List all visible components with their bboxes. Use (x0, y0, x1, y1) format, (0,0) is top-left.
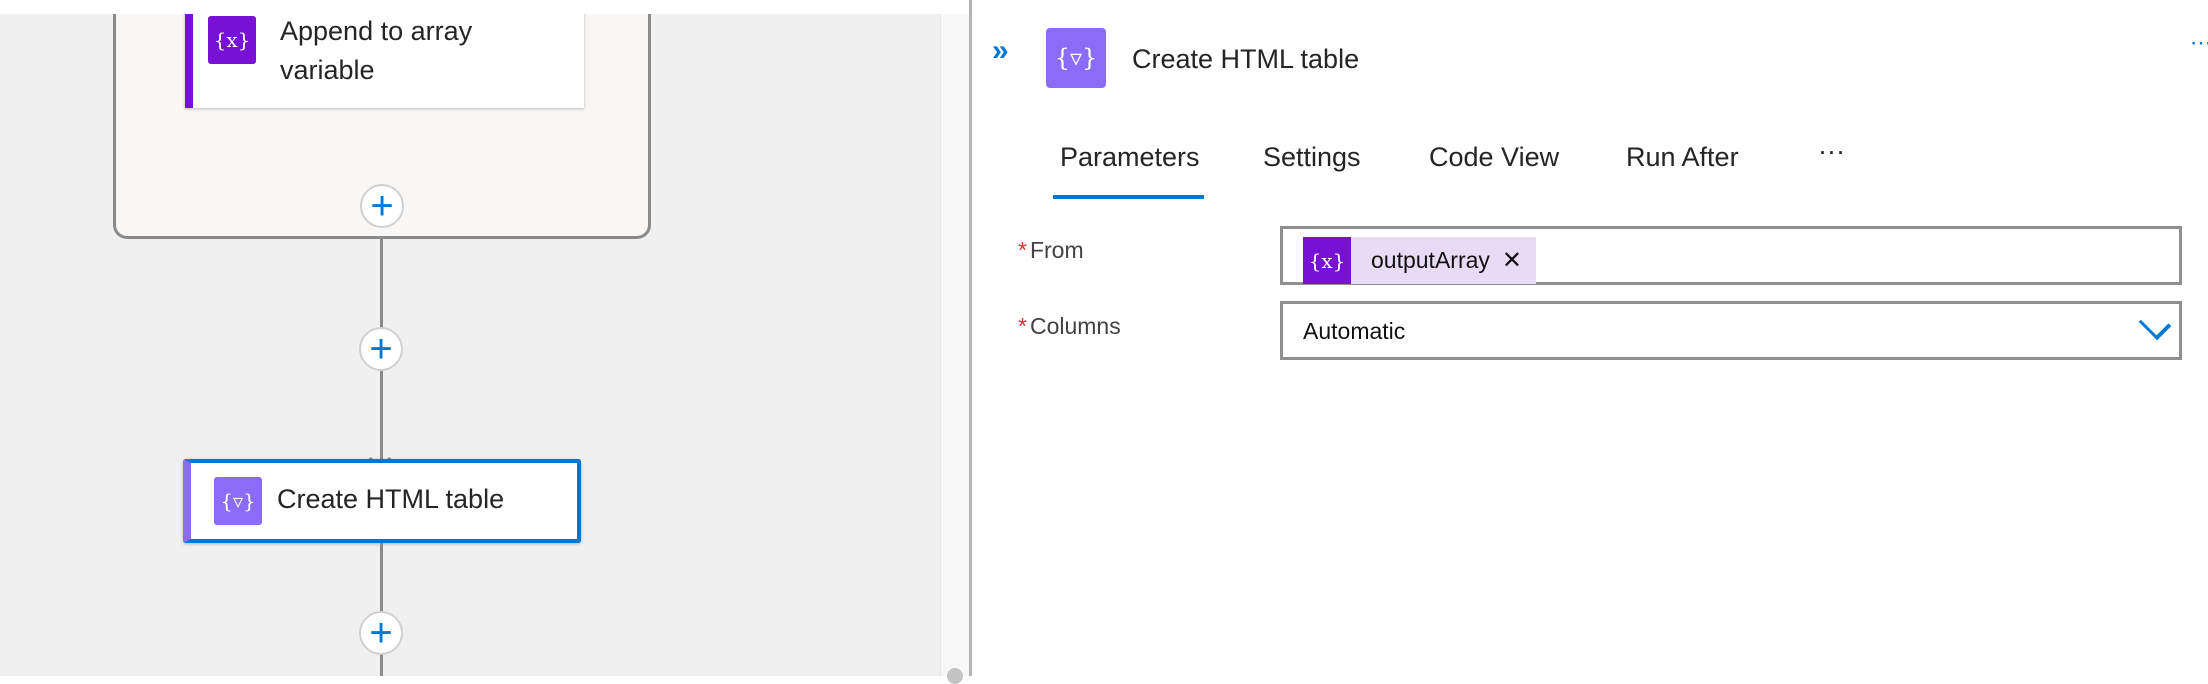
active-tab-indicator (1053, 195, 1204, 199)
add-action-button[interactable]: + (360, 184, 404, 228)
columns-selected-value: Automatic (1303, 318, 1406, 344)
data-operation-icon: {▿} (1046, 28, 1106, 88)
append-to-array-variable-card[interactable]: {x} Append to array variable (185, 14, 584, 108)
tab-more[interactable]: ··· (1818, 136, 1845, 167)
loop-scope-container: {x} Append to array variable + (113, 14, 651, 239)
columns-label: * Columns (1018, 313, 1121, 340)
collapse-panel-icon[interactable]: » (992, 34, 1009, 68)
card-title: Append to array variable (280, 16, 473, 85)
add-action-button[interactable]: + (359, 611, 403, 655)
panel-title[interactable]: Create HTML table (1132, 44, 1359, 75)
workflow-canvas[interactable]: {x} Append to array variable + + {▿} Cre… (0, 14, 940, 676)
output-array-token[interactable]: {x} outputArray ✕ (1303, 237, 1537, 284)
tab-parameters[interactable]: Parameters (1060, 142, 1200, 173)
create-html-table-card[interactable]: {▿} Create HTML table (183, 459, 581, 543)
columns-dropdown[interactable]: Automatic (1280, 301, 2182, 360)
variable-icon: {x} (208, 16, 256, 64)
add-action-button[interactable]: + (359, 327, 403, 371)
required-marker: * (1018, 313, 1027, 339)
tab-code-view[interactable]: Code View (1429, 142, 1559, 173)
scrollbar-thumb[interactable] (947, 668, 963, 684)
variable-icon: {x} (1303, 237, 1351, 284)
token-label: outputArray (1371, 247, 1490, 273)
columns-label-text: Columns (1029, 313, 1121, 339)
data-operation-icon: {▿} (214, 477, 262, 525)
tab-settings[interactable]: Settings (1263, 142, 1361, 173)
chevron-down-icon[interactable] (2138, 307, 2172, 341)
canvas-scrollbar[interactable] (940, 14, 969, 676)
tab-run-after[interactable]: Run After (1626, 142, 1739, 173)
panel-resize-divider[interactable] (969, 0, 972, 676)
more-options-icon[interactable]: ⋯ (2190, 30, 2208, 56)
connector-line (380, 543, 383, 676)
remove-token-icon[interactable]: ✕ (1502, 246, 1522, 275)
from-input[interactable]: {x} outputArray ✕ (1280, 226, 2182, 285)
from-label-text: From (1029, 237, 1084, 263)
required-marker: * (1018, 237, 1027, 263)
from-label: * From (1018, 237, 1084, 264)
card-title: Create HTML table (277, 484, 505, 514)
canvas-top-strip (0, 0, 970, 14)
